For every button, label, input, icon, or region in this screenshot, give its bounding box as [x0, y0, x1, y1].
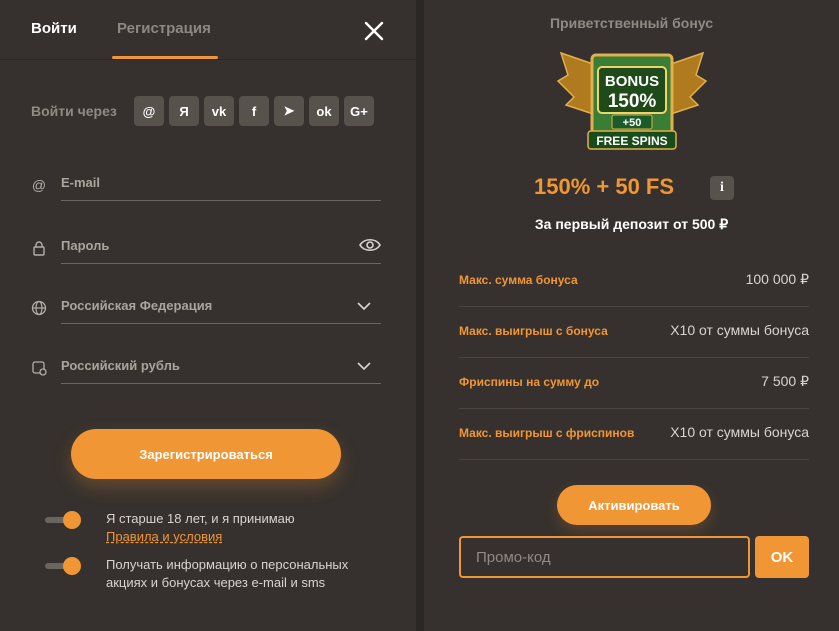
- country-value: Российская Федерация: [61, 298, 213, 313]
- email-field: @: [31, 171, 381, 201]
- social-login-label: Войти через: [31, 103, 117, 119]
- rules-link[interactable]: Правила и условия: [106, 529, 222, 544]
- age-consent-label: Я старше 18 лет, и я принимаю: [106, 511, 295, 526]
- facebook-login-button[interactable]: f: [239, 96, 269, 126]
- password-field: [31, 234, 381, 264]
- activate-button[interactable]: Активировать: [557, 485, 711, 525]
- bonus-title: Приветственный бонус: [549, 15, 713, 31]
- promo-code-input[interactable]: [459, 536, 750, 578]
- bonus-headline: 150% + 50 FS: [534, 174, 675, 199]
- bonus-detail-row: Макс. сумма бонуса 100 000 ₽: [459, 256, 809, 307]
- app-root: Войти Регистрация Войти через @ Я vk f ➤…: [0, 0, 839, 631]
- tab-register[interactable]: Регистрация: [117, 20, 211, 37]
- bonus-badge-image: BONUS 150% +50 FREE SPINS: [556, 51, 708, 150]
- bonus-detail-value: 100 000 ₽: [745, 271, 809, 287]
- promo-consent-text: Получать информацию о персональных акция…: [106, 557, 349, 590]
- globe-icon: [31, 300, 47, 316]
- currency-value: Российский рубль: [61, 358, 180, 373]
- lock-icon: [33, 241, 45, 256]
- bonus-detail-label: Макс. выигрыш с фриспинов: [459, 426, 635, 440]
- email-input[interactable]: [61, 175, 341, 190]
- eye-icon[interactable]: [359, 237, 381, 253]
- country-underline: [61, 323, 381, 324]
- chevron-down-icon[interactable]: [357, 359, 371, 373]
- currency-underline: [61, 383, 381, 384]
- currency-select[interactable]: Российский рубль: [31, 354, 381, 384]
- password-underline: [61, 263, 381, 264]
- info-icon[interactable]: i: [710, 176, 734, 200]
- yandex-login-button[interactable]: Я: [169, 96, 199, 126]
- currency-icon: [32, 361, 47, 376]
- tab-login[interactable]: Войти: [31, 20, 77, 37]
- bonus-panel: Приветственный бонус BONUS 150% +50 FREE…: [424, 0, 839, 631]
- close-icon[interactable]: [363, 20, 385, 42]
- odnoklassniki-login-button[interactable]: ok: [309, 96, 339, 126]
- toggle-knob: [63, 557, 81, 575]
- bonus-image-spins-count: +50: [623, 117, 642, 129]
- telegram-login-button[interactable]: ➤: [274, 96, 304, 126]
- bonus-detail-row: Макс. выигрыш с фриспинов X10 от суммы б…: [459, 409, 809, 460]
- bonus-detail-label: Макс. выигрыш с бонуса: [459, 324, 608, 338]
- bonus-detail-row: Фриспины на сумму до 7 500 ₽: [459, 358, 809, 409]
- promo-consent-toggle[interactable]: [45, 557, 81, 575]
- country-select[interactable]: Российская Федерация: [31, 294, 381, 324]
- bonus-detail-label: Фриспины на сумму до: [459, 375, 600, 389]
- auth-tabs: Войти Регистрация: [0, 0, 416, 60]
- vk-login-button[interactable]: vk: [204, 96, 234, 126]
- bonus-image-word: BONUS: [605, 73, 659, 90]
- email-login-button[interactable]: @: [134, 96, 164, 126]
- bonus-image-percent: 150%: [608, 91, 657, 112]
- active-tab-indicator: [112, 56, 218, 59]
- chevron-down-icon[interactable]: [357, 299, 371, 313]
- bonus-subtitle: За первый депозит от 500 ₽: [534, 216, 729, 232]
- bonus-detail-value: 7 500 ₽: [761, 373, 809, 389]
- age-consent-text: Я старше 18 лет, и я принимаю Правила и …: [106, 510, 356, 546]
- toggle-knob: [63, 511, 81, 529]
- promo-ok-button[interactable]: OK: [755, 536, 809, 578]
- bonus-detail-value: X10 от суммы бонуса: [670, 424, 809, 440]
- bonus-detail-label: Макс. сумма бонуса: [459, 273, 578, 287]
- registration-panel: Войти Регистрация Войти через @ Я vk f ➤…: [0, 0, 416, 631]
- email-underline: [61, 200, 381, 201]
- bonus-detail-value: X10 от суммы бонуса: [670, 322, 809, 338]
- age-consent-toggle[interactable]: [45, 511, 81, 529]
- at-icon: @: [31, 177, 47, 193]
- register-button[interactable]: Зарегистрироваться: [71, 429, 341, 479]
- bonus-image-free-spins: FREE SPINS: [596, 134, 667, 148]
- bonus-detail-row: Макс. выигрыш с бонуса X10 от суммы бону…: [459, 307, 809, 358]
- google-plus-login-button[interactable]: G+: [344, 96, 374, 126]
- password-input[interactable]: [61, 238, 341, 253]
